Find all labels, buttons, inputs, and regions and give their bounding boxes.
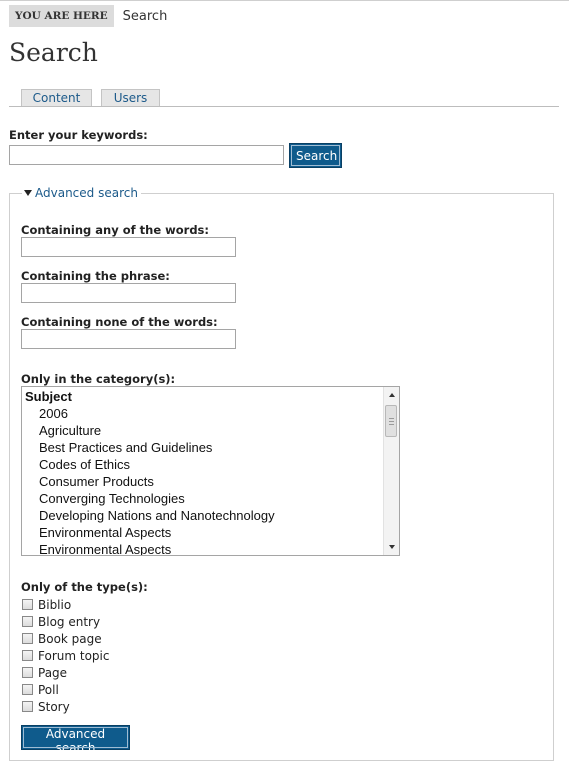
type-option-label: Forum topic xyxy=(38,648,110,663)
none-words-label: Containing none of the words: xyxy=(21,315,218,329)
category-listbox[interactable]: Subject 2006 Agriculture Best Practices … xyxy=(21,386,400,556)
type-option-book-page[interactable]: Book page xyxy=(22,631,102,646)
type-label: Only of the type(s): xyxy=(21,580,148,594)
type-option-biblio[interactable]: Biblio xyxy=(22,597,71,612)
phrase-input[interactable] xyxy=(21,283,236,303)
type-option-label: Poll xyxy=(38,682,59,697)
keywords-label: Enter your keywords: xyxy=(9,128,148,142)
type-checkbox[interactable] xyxy=(22,616,33,627)
type-option-label: Page xyxy=(38,665,68,680)
any-words-input[interactable] xyxy=(21,237,236,257)
page-title: Search xyxy=(9,38,98,67)
type-checkbox[interactable] xyxy=(22,684,33,695)
breadcrumb: YOU ARE HERE Search xyxy=(9,5,167,27)
category-option[interactable]: Environmental Aspects xyxy=(22,524,383,541)
tab-divider xyxy=(9,106,559,107)
scroll-down-arrow-icon[interactable] xyxy=(384,539,399,555)
keywords-input[interactable] xyxy=(9,145,284,165)
type-checkbox[interactable] xyxy=(22,701,33,712)
category-option[interactable]: 2006 xyxy=(22,405,383,422)
tab-content[interactable]: Content xyxy=(21,89,92,106)
type-checkbox[interactable] xyxy=(22,650,33,661)
breadcrumb-tag: YOU ARE HERE xyxy=(9,5,114,27)
breadcrumb-current: Search xyxy=(122,8,168,24)
type-checkbox[interactable] xyxy=(22,633,33,644)
top-border xyxy=(0,0,569,1)
search-button[interactable]: Search xyxy=(289,143,342,168)
scroll-up-arrow-icon[interactable] xyxy=(384,387,399,403)
category-option[interactable]: Consumer Products xyxy=(22,473,383,490)
expand-triangle-icon xyxy=(24,190,32,196)
type-option-label: Blog entry xyxy=(38,614,101,629)
type-option-label: Story xyxy=(38,699,70,714)
category-option[interactable]: Agriculture xyxy=(22,422,383,439)
category-option[interactable]: Converging Technologies xyxy=(22,490,383,507)
advanced-search-toggle[interactable]: Advanced search xyxy=(22,186,141,200)
advanced-search-legend: Advanced search xyxy=(35,186,138,200)
category-group-subject: Subject xyxy=(25,389,72,404)
type-option-forum-topic[interactable]: Forum topic xyxy=(22,648,109,663)
type-option-label: Biblio xyxy=(38,597,72,612)
type-checkbox[interactable] xyxy=(22,599,33,610)
category-option[interactable]: Developing Nations and Nanotechnology xyxy=(22,507,383,524)
type-option-label: Book page xyxy=(38,631,102,646)
type-option-poll[interactable]: Poll xyxy=(22,682,59,697)
category-option[interactable]: Environmental Aspects xyxy=(22,541,383,555)
category-option[interactable]: Codes of Ethics xyxy=(22,456,383,473)
type-option-blog-entry[interactable]: Blog entry xyxy=(22,614,100,629)
phrase-label: Containing the phrase: xyxy=(21,269,170,283)
category-scrollbar[interactable] xyxy=(383,387,399,555)
scrollbar-thumb[interactable] xyxy=(385,405,397,437)
category-options: Subject 2006 Agriculture Best Practices … xyxy=(22,388,383,555)
category-label: Only in the category(s): xyxy=(21,372,176,386)
tab-users[interactable]: Users xyxy=(101,89,160,106)
type-option-story[interactable]: Story xyxy=(22,699,70,714)
type-checkbox[interactable] xyxy=(22,667,33,678)
category-option[interactable]: Best Practices and Guidelines xyxy=(22,439,383,456)
none-words-input[interactable] xyxy=(21,329,236,349)
type-option-page[interactable]: Page xyxy=(22,665,67,680)
any-words-label: Containing any of the words: xyxy=(21,223,209,237)
advanced-search-button[interactable]: Advanced search xyxy=(21,725,130,755)
